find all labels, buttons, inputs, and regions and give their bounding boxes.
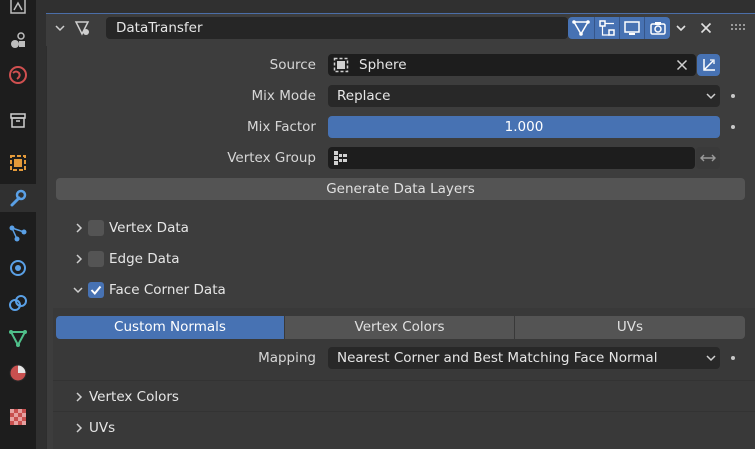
mesh-data-icon <box>9 330 27 348</box>
texture-icon <box>10 409 26 425</box>
clear-icon[interactable] <box>676 59 688 71</box>
mix-mode-label: Mix Mode <box>251 88 316 104</box>
properties-tab-bar <box>0 0 36 449</box>
constraint-icon <box>9 295 27 311</box>
tab-render[interactable] <box>4 26 32 54</box>
modifier-name-field[interactable]: DataTransfer <box>106 17 568 39</box>
keyframe-dot-icon[interactable] <box>731 94 735 98</box>
edge-data-expand-icon[interactable] <box>72 252 86 266</box>
tab-material[interactable] <box>4 359 32 387</box>
viewport-icon[interactable] <box>619 17 644 39</box>
tab-physics[interactable] <box>4 254 32 282</box>
double-arrow-icon <box>700 154 716 162</box>
mix-factor-label: Mix Factor <box>246 119 316 135</box>
mix-mode-dropdown[interactable]: Replace <box>328 85 720 107</box>
mix-mode-value: Replace <box>337 88 391 104</box>
keyframe-dot-icon[interactable] <box>731 356 735 360</box>
vertex-group-icon <box>334 151 347 165</box>
tab-data[interactable] <box>4 324 32 352</box>
wrench-icon <box>10 189 27 207</box>
physics-icon <box>10 260 26 276</box>
tab-collection[interactable] <box>4 106 32 134</box>
tab-constraints[interactable] <box>4 289 32 317</box>
chevron-down-icon <box>706 355 716 362</box>
edit-mode-icon[interactable] <box>594 17 619 39</box>
modifier-name: DataTransfer <box>116 20 203 36</box>
edge-data-checkbox[interactable] <box>88 251 104 267</box>
object-icon <box>10 155 26 171</box>
source-field[interactable]: Sphere <box>328 54 696 76</box>
divider <box>53 411 755 412</box>
object-transform-toggle[interactable] <box>697 54 720 76</box>
tab-tool[interactable] <box>4 0 32 20</box>
material-icon <box>9 364 27 382</box>
collapse-chevron-icon[interactable] <box>53 21 67 35</box>
tool-icon <box>10 0 26 14</box>
keyframe-dot-icon[interactable] <box>731 125 735 129</box>
tab-world[interactable] <box>4 61 32 89</box>
object-icon <box>333 57 349 73</box>
edge-data-label: Edge Data <box>109 251 180 267</box>
vertex-data-checkbox[interactable] <box>88 220 104 236</box>
uvs-subpanel-label[interactable]: UVs <box>89 417 115 439</box>
datatransfer-modifier-icon <box>73 19 91 37</box>
object-transform-icon <box>702 59 715 71</box>
tab-custom-normals[interactable]: Custom Normals <box>56 316 284 339</box>
invert-vertex-group-toggle[interactable] <box>696 147 720 169</box>
mix-factor-value: 1.000 <box>504 119 544 135</box>
particles-icon <box>9 225 27 242</box>
close-icon[interactable] <box>698 20 714 36</box>
face-corner-data-label: Face Corner Data <box>109 282 226 298</box>
tab-texture[interactable] <box>4 403 32 431</box>
checkmark-icon <box>90 285 102 296</box>
face-corner-data-collapse-icon[interactable] <box>71 283 85 297</box>
vertex-data-expand-icon[interactable] <box>72 221 86 235</box>
mapping-dropdown[interactable]: Nearest Corner and Best Matching Face No… <box>328 347 720 369</box>
tab-particles[interactable] <box>4 219 32 247</box>
vertex-group-label: Vertex Group <box>227 150 316 166</box>
mapping-value: Nearest Corner and Best Matching Face No… <box>337 350 658 366</box>
tab-uvs[interactable]: UVs <box>515 316 745 339</box>
collection-icon <box>10 113 26 128</box>
chevron-down-icon <box>706 93 716 100</box>
tab-vertex-colors[interactable]: Vertex Colors <box>285 316 514 339</box>
mix-factor-slider[interactable]: 1.000 <box>328 116 720 138</box>
vertex-data-label: Vertex Data <box>109 220 189 236</box>
world-icon <box>9 66 27 84</box>
vertex-colors-subpanel-label[interactable]: Vertex Colors <box>89 386 179 408</box>
face-corner-data-checkbox[interactable] <box>88 282 104 298</box>
render-icon[interactable] <box>644 17 671 39</box>
render-tab-icon <box>11 32 25 48</box>
source-label: Source <box>269 57 316 73</box>
tab-modifiers[interactable] <box>0 184 36 212</box>
source-value: Sphere <box>359 57 407 73</box>
mapping-label: Mapping <box>258 350 316 366</box>
uvs-expand-icon[interactable] <box>72 421 86 435</box>
modifier-menu-chevron-icon[interactable] <box>672 20 690 36</box>
vertex-group-field[interactable] <box>328 147 695 169</box>
vertex-colors-expand-icon[interactable] <box>72 390 86 404</box>
divider <box>53 380 755 381</box>
tab-object[interactable] <box>4 149 32 177</box>
drag-handle-icon[interactable] <box>730 22 748 34</box>
vertex-filter-icon[interactable] <box>570 17 592 39</box>
generate-data-layers-button[interactable]: Generate Data Layers <box>56 178 745 200</box>
